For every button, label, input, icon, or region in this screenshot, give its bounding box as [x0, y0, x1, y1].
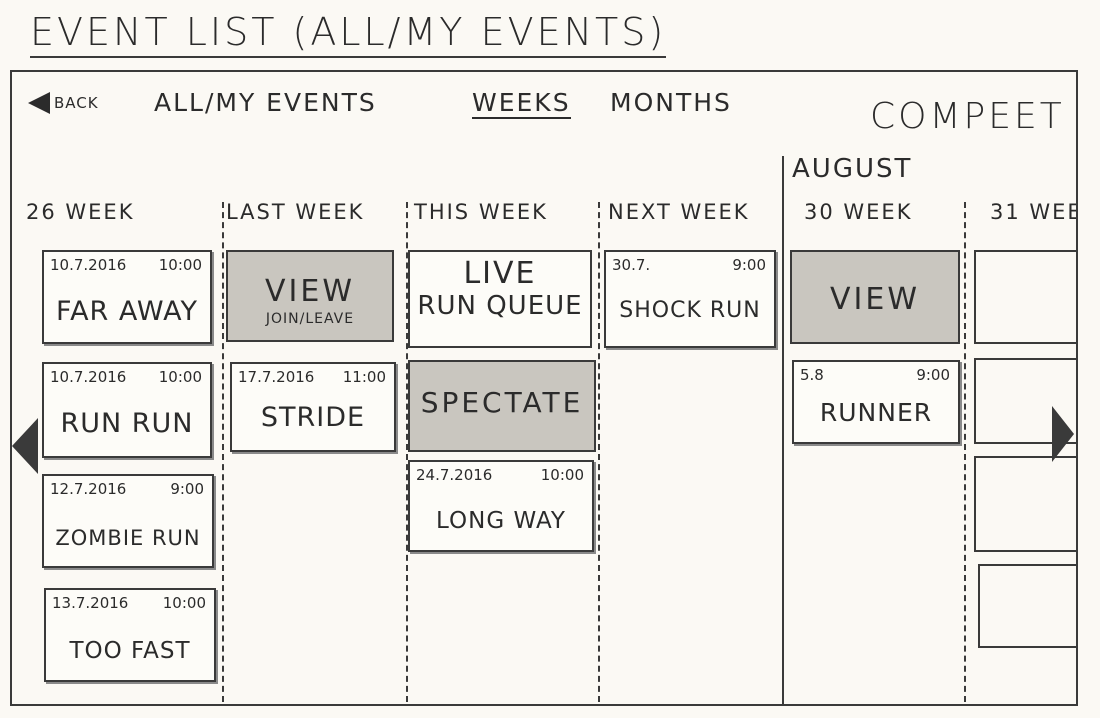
event-date: 10.7.2016: [50, 256, 127, 274]
event-name: SHOCK RUN: [619, 298, 761, 323]
column-separator: [222, 202, 224, 702]
back-button[interactable]: BACK: [28, 92, 99, 114]
column-header-next-week: NEXT WEEK: [608, 200, 750, 224]
event-card[interactable]: 24.7.2016 10:00 LONG WAY: [408, 460, 594, 552]
event-card[interactable]: 12.7.2016 9:00 ZOMBIE RUN: [42, 474, 214, 568]
event-card[interactable]: 5.8 9:00 RUNNER: [792, 360, 960, 444]
brand-logo: COMPEET: [870, 96, 1065, 137]
column-header-26-week: 26 WEEK: [26, 200, 135, 224]
event-name: LONG WAY: [436, 508, 566, 534]
page-title: EVENT LIST (ALL/MY EVENTS): [30, 10, 667, 58]
month-divider: [782, 156, 784, 704]
back-label: BACK: [54, 94, 99, 112]
join-leave-label: JOIN/LEAVE: [265, 311, 355, 327]
event-date: 17.7.2016: [238, 368, 315, 386]
spectate-button[interactable]: SPECTATE: [408, 360, 596, 452]
event-time: 9:00: [916, 366, 950, 384]
month-label: AUGUST: [792, 154, 913, 184]
event-date: 30.7.: [612, 256, 651, 274]
event-time: 10:00: [162, 594, 206, 612]
event-date: 12.7.2016: [50, 480, 127, 498]
all-my-events-toggle[interactable]: ALL/MY EVENTS: [154, 88, 377, 117]
column-header-30-week: 30 WEEK: [804, 200, 913, 224]
column-header-this-week: THIS WEEK: [414, 200, 548, 224]
event-date: 24.7.2016: [416, 466, 493, 484]
view-label: VIEW: [265, 274, 355, 309]
back-arrow-icon: [28, 92, 50, 114]
event-date: 10.7.2016: [50, 368, 127, 386]
column-separator: [598, 202, 600, 702]
event-name: FAR AWAY: [56, 296, 198, 327]
event-date: 13.7.2016: [52, 594, 129, 612]
app-frame: BACK ALL/MY EVENTS WEEKS MONTHS COMPEET …: [10, 70, 1078, 706]
event-name: RUNNER: [819, 398, 933, 427]
event-card[interactable]: 10.7.2016 10:00 RUN RUN: [42, 362, 212, 458]
event-time: 9:00: [732, 256, 766, 274]
tab-weeks[interactable]: WEEKS: [472, 88, 571, 119]
column-header-last-week: LAST WEEK: [226, 200, 365, 224]
spectate-label: SPECTATE: [420, 386, 584, 419]
view-join-leave-button[interactable]: VIEW JOIN/LEAVE: [226, 250, 394, 342]
event-name: ZOMBIE RUN: [55, 526, 201, 550]
event-name: TOO FAST: [69, 638, 191, 664]
column-separator: [964, 202, 966, 702]
column-header-31-week: 31 WEE: [990, 200, 1078, 224]
next-weeks-arrow-icon[interactable]: [1052, 406, 1074, 462]
event-card[interactable]: 17.7.2016 11:00 STRIDE: [230, 362, 396, 452]
event-date: 5.8: [800, 366, 824, 384]
empty-slot: [978, 564, 1076, 648]
event-time: 10:00: [158, 256, 202, 274]
live-run-queue-button[interactable]: LIVE RUN QUEUE: [408, 250, 592, 348]
event-card[interactable]: 10.7.2016 10:00 FAR AWAY: [42, 250, 212, 344]
previous-weeks-arrow-icon[interactable]: [12, 418, 38, 474]
event-time: 9:00: [170, 480, 204, 498]
view-label: VIEW: [830, 282, 920, 317]
tab-months[interactable]: MONTHS: [610, 88, 732, 117]
event-time: 11:00: [342, 368, 386, 386]
view-button[interactable]: VIEW: [790, 250, 960, 344]
event-time: 10:00: [540, 466, 584, 484]
event-card[interactable]: 30.7. 9:00 SHOCK RUN: [604, 250, 776, 348]
event-name: RUN RUN: [60, 408, 194, 439]
event-card[interactable]: 13.7.2016 10:00 TOO FAST: [44, 588, 216, 682]
live-label: LIVE: [463, 256, 537, 291]
event-name: STRIDE: [260, 402, 366, 433]
empty-slot: [974, 456, 1076, 552]
run-queue-label: RUN QUEUE: [417, 291, 583, 321]
event-time: 10:00: [158, 368, 202, 386]
empty-slot: [974, 250, 1076, 344]
